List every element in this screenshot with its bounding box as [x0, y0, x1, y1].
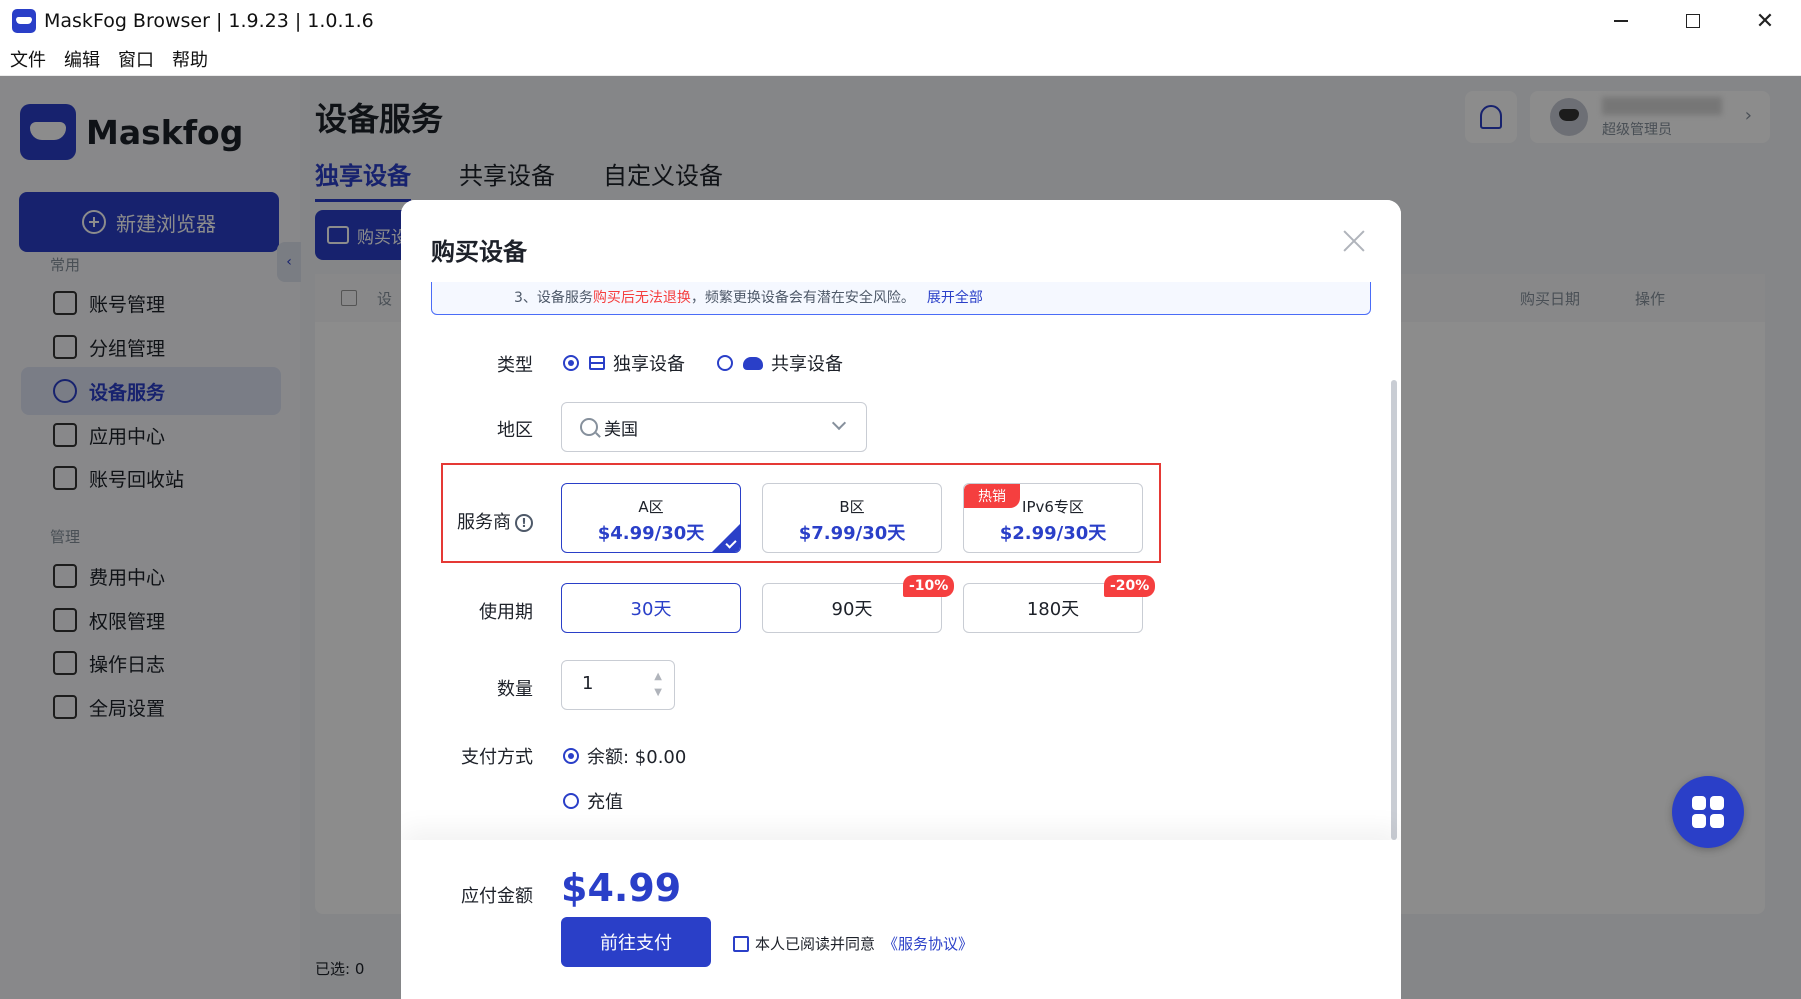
type-option-label: 独享设备: [613, 354, 685, 375]
info-icon[interactable]: !: [515, 514, 533, 532]
type-option-label: 共享设备: [771, 354, 843, 375]
notice-suffix: ，频繁更换设备会有潜在安全风险。: [690, 290, 915, 306]
purchase-device-dialog: 3、设备服务购买后无法退换，频繁更换设备会有潜在安全风险。 展开全部 购买设备 类…: [401, 200, 1401, 999]
region-label: 地区: [497, 420, 533, 441]
window-title: MaskFog Browser | 1.9.23 | 1.0.1.6: [44, 10, 374, 32]
menu-bar: 文件 编辑 窗口 帮助: [0, 42, 1801, 76]
radio-checked: [563, 748, 579, 764]
discount-badge-20: -20%: [1104, 575, 1156, 597]
menu-file[interactable]: 文件: [10, 46, 46, 72]
grid-icon-cell: [1710, 796, 1724, 810]
close-window-button[interactable]: ✕: [1729, 0, 1801, 42]
payment-option-recharge[interactable]: 充值: [563, 788, 623, 814]
apps-grid-button[interactable]: [1672, 776, 1744, 848]
pay-button-label: 前往支付: [600, 933, 672, 954]
period-label: 使用期: [479, 602, 533, 623]
expand-all-link[interactable]: 展开全部: [927, 290, 983, 306]
menu-window[interactable]: 窗口: [118, 46, 154, 72]
provider-card-a[interactable]: A区 $4.99/30天: [561, 483, 741, 553]
discount-badge-10: -10%: [903, 575, 955, 597]
payment-label: 支付方式: [461, 747, 533, 768]
provider-price: $7.99/30天: [798, 523, 906, 544]
period-label-text: 90天: [831, 599, 873, 620]
type-option-exclusive[interactable]: 独享设备: [563, 350, 685, 376]
provider-label-text: 服务商: [457, 512, 511, 533]
payment-option-label: 充值: [587, 792, 623, 813]
hot-sale-badge: 热销: [964, 484, 1020, 508]
amount-due: $4.99: [561, 866, 682, 910]
dialog-header: 购买设备: [401, 200, 1401, 282]
period-label-text: 180天: [1026, 599, 1080, 620]
minimize-icon: [1614, 20, 1628, 22]
minimize-button[interactable]: [1585, 0, 1657, 42]
dialog-footer: 应付金额 $4.99 前往支付 本人已阅读并同意 《服务协议》: [401, 840, 1401, 999]
quantity-label: 数量: [497, 679, 533, 700]
provider-label: 服务商!: [401, 508, 533, 534]
payment-option-label: 余额: $0.00: [587, 747, 687, 768]
proceed-to-pay-button[interactable]: 前往支付: [561, 917, 711, 967]
close-dialog-icon[interactable]: [1343, 230, 1365, 252]
region-select[interactable]: 美国: [561, 402, 867, 452]
grid-icon: [1692, 796, 1706, 810]
close-icon: ✕: [1755, 8, 1775, 34]
type-option-shared[interactable]: 共享设备: [717, 350, 843, 376]
menu-edit[interactable]: 编辑: [64, 46, 100, 72]
quantity-stepper[interactable]: 1 ▲ ▼: [561, 660, 675, 710]
cloud-icon: [743, 356, 763, 370]
agreement-row: 本人已阅读并同意 《服务协议》: [733, 933, 973, 954]
quantity-value: 1: [582, 673, 594, 694]
payment-option-balance[interactable]: 余额: $0.00: [563, 743, 686, 769]
provider-name: B区: [839, 498, 865, 516]
grid-icon-cell: [1710, 814, 1724, 828]
server-icon: [589, 356, 605, 370]
period-label-text: 30天: [630, 599, 672, 620]
maximize-button[interactable]: [1657, 0, 1729, 42]
provider-card-ipv6[interactable]: 热销 IPv6专区 $2.99/30天: [963, 483, 1143, 553]
dialog-title: 购买设备: [431, 238, 527, 266]
agreement-text: 本人已阅读并同意: [755, 935, 876, 953]
region-value: 美国: [604, 419, 638, 440]
period-30-days[interactable]: 30天: [561, 583, 741, 633]
chevron-down-icon: [831, 415, 847, 431]
search-icon: [580, 418, 598, 436]
service-agreement-link[interactable]: 《服务协议》: [883, 933, 973, 954]
stepper-arrows-icon[interactable]: ▲ ▼: [654, 669, 662, 701]
provider-name: A区: [638, 498, 664, 516]
window-controls: ✕: [1585, 0, 1801, 42]
maximize-icon: [1686, 14, 1700, 28]
amount-label: 应付金额: [461, 886, 533, 907]
type-label: 类型: [497, 355, 533, 376]
grid-icon-cell: [1692, 814, 1706, 828]
notice-prefix: 3、设备服务: [514, 290, 593, 306]
app-logo-icon: [12, 9, 36, 33]
provider-price: $2.99/30天: [999, 523, 1107, 544]
menu-help[interactable]: 帮助: [172, 46, 208, 72]
radio-checked: [563, 355, 579, 371]
agreement-checkbox[interactable]: [733, 935, 749, 952]
provider-card-b[interactable]: B区 $7.99/30天: [762, 483, 942, 553]
dialog-scrollbar[interactable]: [1391, 380, 1397, 840]
radio-unchecked: [717, 355, 733, 371]
title-bar: MaskFog Browser | 1.9.23 | 1.0.1.6 ✕: [0, 0, 1801, 42]
radio-unchecked: [563, 793, 579, 809]
selected-corner: [712, 524, 740, 552]
notice-warning: 购买后无法退换: [592, 290, 691, 306]
